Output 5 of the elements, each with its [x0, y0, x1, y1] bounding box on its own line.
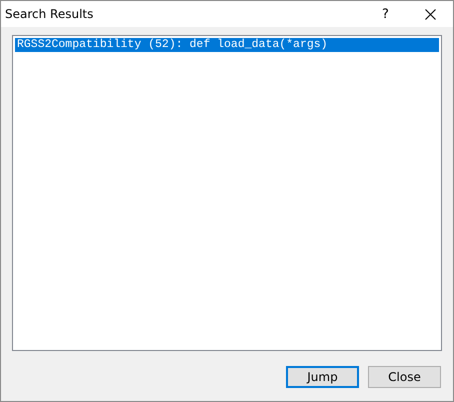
dialog-button[interactable]: Close [368, 366, 441, 388]
window-title: Search Results [4, 7, 94, 21]
dialog-button[interactable]: Jump [286, 366, 359, 388]
result-item[interactable]: RGSS2Compatibility (52): def load_data(*args) [15, 38, 439, 52]
close-icon [425, 8, 436, 20]
